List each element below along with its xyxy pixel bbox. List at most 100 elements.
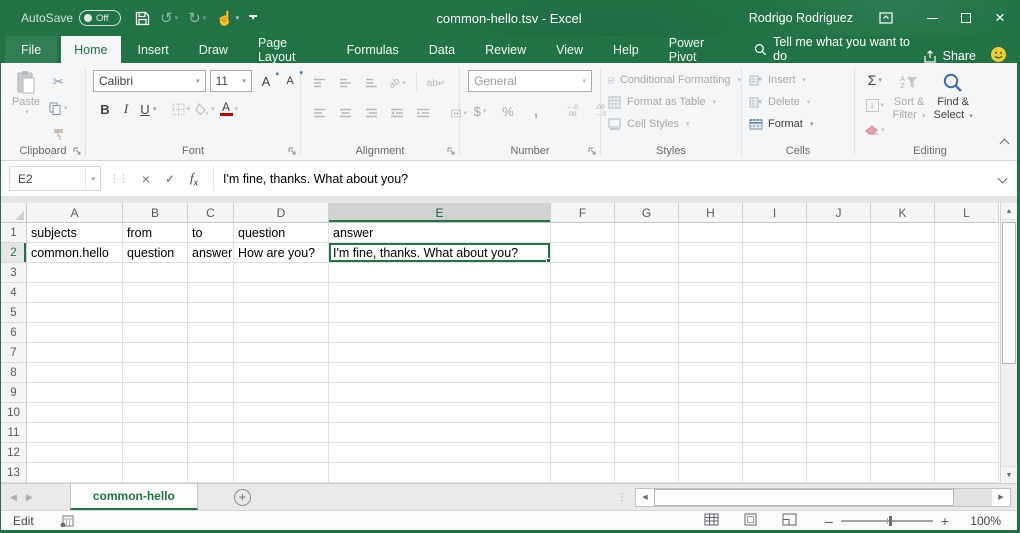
paste-button[interactable]: Paste ▾ <box>7 70 45 116</box>
font-name-dropdown-icon[interactable]: ▾ <box>196 77 200 85</box>
zoom-level[interactable]: 100% <box>963 514 1001 528</box>
cell-I9[interactable] <box>743 383 807 403</box>
cell-H2[interactable] <box>679 243 743 263</box>
cell-A12[interactable] <box>27 443 123 463</box>
cell-I1[interactable] <box>743 223 807 243</box>
next-sheet-button[interactable]: ▶ <box>26 492 42 503</box>
cell-J5[interactable] <box>807 303 871 323</box>
normal-view-button[interactable] <box>704 513 719 529</box>
cell-B13[interactable] <box>123 463 188 483</box>
cell-F1[interactable] <box>551 223 615 243</box>
cell-I4[interactable] <box>743 283 807 303</box>
format-as-table-button[interactable]: Format as Table▾ <box>601 91 741 113</box>
font-size-dropdown-icon[interactable]: ▾ <box>242 77 246 85</box>
cell-D3[interactable] <box>234 263 329 283</box>
cell-H7[interactable] <box>679 343 743 363</box>
fill-color-button[interactable]: ▾ <box>193 98 217 120</box>
cell-D2[interactable]: How are you? <box>234 243 329 263</box>
column-header-D[interactable]: D <box>234 203 329 223</box>
cell-E2[interactable]: I'm fine, thanks. What about you? <box>329 243 551 263</box>
cell-I7[interactable] <box>743 343 807 363</box>
cell-G10[interactable] <box>615 403 679 423</box>
touch-mode-dropdown-icon[interactable]: ▾ <box>236 14 240 22</box>
collapse-ribbon-button[interactable] <box>1001 134 1008 152</box>
cell-C5[interactable] <box>188 303 234 323</box>
cell-L2[interactable] <box>935 243 999 263</box>
tab-power-pivot[interactable]: Power Pivot <box>656 36 738 63</box>
cell-I6[interactable] <box>743 323 807 343</box>
format-cells-button[interactable]: Format▾ <box>742 113 854 135</box>
fill-handle[interactable] <box>546 258 551 263</box>
account-user-name[interactable]: Rodrigo Rodriguez <box>749 11 853 25</box>
redo-button[interactable]: ↻▾ <box>188 9 206 27</box>
cell-D11[interactable] <box>234 423 329 443</box>
tab-view[interactable]: View <box>543 36 596 63</box>
cell-F6[interactable] <box>551 323 615 343</box>
cell-K6[interactable] <box>871 323 935 343</box>
cell-B9[interactable] <box>123 383 188 403</box>
percent-style-button[interactable]: % <box>498 100 518 122</box>
cell-A7[interactable] <box>27 343 123 363</box>
cell-I13[interactable] <box>743 463 807 483</box>
cell-C10[interactable] <box>188 403 234 423</box>
cut-button[interactable]: ✂ <box>47 71 70 93</box>
column-header-E[interactable]: E <box>329 203 551 223</box>
cell-F9[interactable] <box>551 383 615 403</box>
format-painter-button[interactable] <box>47 123 70 145</box>
cancel-entry-button[interactable]: × <box>135 171 157 187</box>
cell-D5[interactable] <box>234 303 329 323</box>
cell-C1[interactable]: to <box>188 223 234 243</box>
cell-G11[interactable] <box>615 423 679 443</box>
cell-I3[interactable] <box>743 263 807 283</box>
cell-F10[interactable] <box>551 403 615 423</box>
row-header-8[interactable]: 8 <box>1 363 27 383</box>
row-header-5[interactable]: 5 <box>1 303 27 323</box>
clear-button[interactable]: ▾ <box>863 119 887 141</box>
align-center-button[interactable] <box>335 102 355 124</box>
cell-A8[interactable] <box>27 363 123 383</box>
cell-B12[interactable] <box>123 443 188 463</box>
cell-C2[interactable]: answer <box>188 243 234 263</box>
cell-K11[interactable] <box>871 423 935 443</box>
cell-B7[interactable] <box>123 343 188 363</box>
cell-G8[interactable] <box>615 363 679 383</box>
align-right-button[interactable] <box>361 102 381 124</box>
cell-L9[interactable] <box>935 383 999 403</box>
column-header-B[interactable]: B <box>123 203 188 223</box>
insert-cells-button[interactable]: Insert▾ <box>742 69 854 91</box>
cell-G13[interactable] <box>615 463 679 483</box>
cell-K1[interactable] <box>871 223 935 243</box>
column-header-K[interactable]: K <box>871 203 935 223</box>
autosum-dropdown-icon[interactable]: ▾ <box>878 76 882 84</box>
increase-font-size-button[interactable]: A▴ <box>256 70 276 92</box>
orientation-button[interactable]: ab▾ <box>387 72 408 94</box>
cell-H13[interactable] <box>679 463 743 483</box>
cell-D1[interactable]: question <box>234 223 329 243</box>
column-header-H[interactable]: H <box>679 203 743 223</box>
cell-J4[interactable] <box>807 283 871 303</box>
cell-B4[interactable] <box>123 283 188 303</box>
cell-C12[interactable] <box>188 443 234 463</box>
row-header-3[interactable]: 3 <box>1 263 27 283</box>
insert-function-button[interactable]: fx <box>183 169 205 188</box>
cell-A10[interactable] <box>27 403 123 423</box>
cell-A6[interactable] <box>27 323 123 343</box>
tab-data[interactable]: Data <box>416 36 468 63</box>
scroll-left-button[interactable]: ◀ <box>636 489 654 506</box>
select-all-corner[interactable] <box>1 203 27 223</box>
insert-dropdown-icon[interactable]: ▾ <box>803 76 807 84</box>
cell-I12[interactable] <box>743 443 807 463</box>
cell-D6[interactable] <box>234 323 329 343</box>
cell-A11[interactable] <box>27 423 123 443</box>
ribbon-display-options-button[interactable] <box>879 12 893 24</box>
customize-qat-button[interactable]: ▾ <box>249 15 257 21</box>
cell-B1[interactable]: from <box>123 223 188 243</box>
cell-H8[interactable] <box>679 363 743 383</box>
cell-J3[interactable] <box>807 263 871 283</box>
underline-button[interactable]: U▾ <box>137 98 159 120</box>
number-dialog-launcher[interactable] <box>588 147 597 156</box>
name-box-dropdown-icon[interactable]: ▾ <box>85 167 100 190</box>
cell-D4[interactable] <box>234 283 329 303</box>
orientation-dropdown-icon[interactable]: ▾ <box>402 79 406 87</box>
formula-bar-drag-handle[interactable]: ⋮⋮ <box>109 172 127 185</box>
